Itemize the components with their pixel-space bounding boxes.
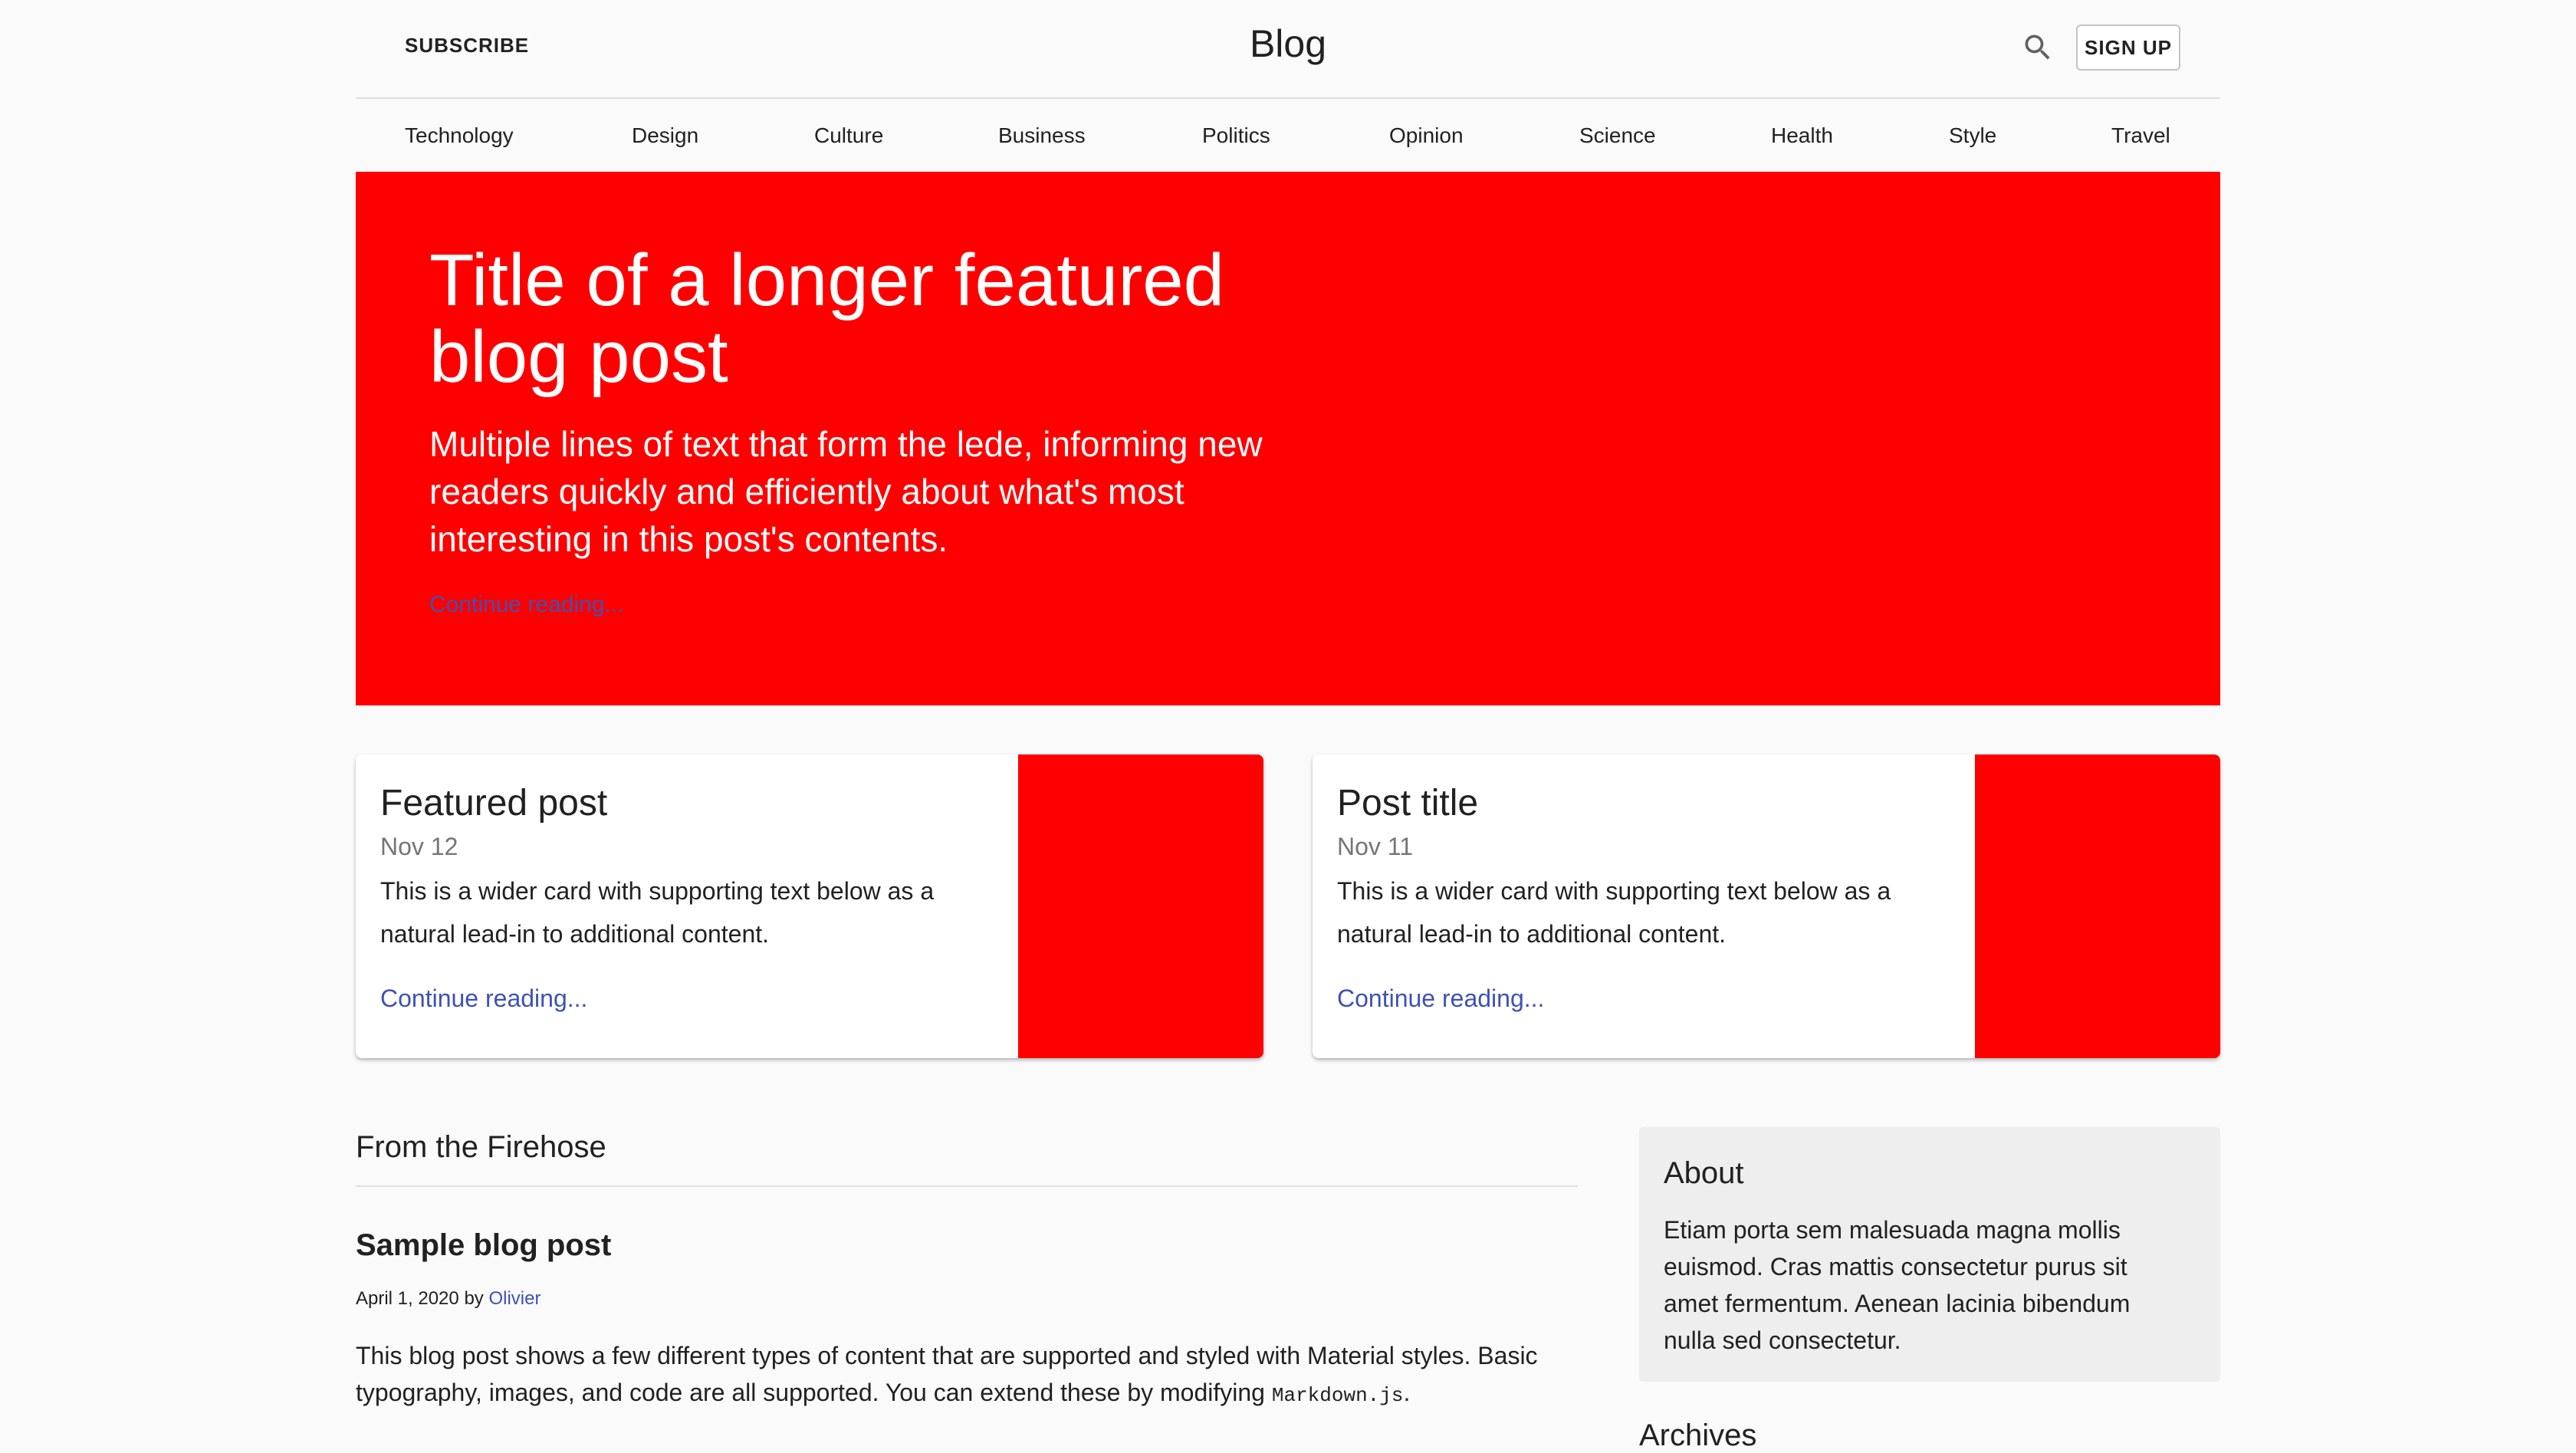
card-title: Featured post xyxy=(380,783,608,823)
card-text: This is a wider card with supporting tex… xyxy=(1337,877,1891,948)
card-title: Post title xyxy=(1337,783,1479,823)
nav-item-science[interactable]: Science xyxy=(1579,123,1656,148)
post-body-end: . xyxy=(1403,1379,1411,1406)
nav-item-business[interactable]: Business xyxy=(998,123,1086,148)
about-title: About xyxy=(1664,1156,1744,1190)
page-container: SUBSCRIBE Blog SIGN UP Technology Design… xyxy=(356,0,2220,1452)
nav-item-technology[interactable]: Technology xyxy=(405,123,514,148)
category-nav: Technology Design Culture Business Polit… xyxy=(356,99,2220,172)
nav-item-opinion[interactable]: Opinion xyxy=(1389,123,1464,148)
about-text: Etiam porta sem malesuada magna mollis e… xyxy=(1664,1216,2131,1354)
post-body: This blog post shows a few different typ… xyxy=(356,1337,1578,1414)
post-by: by xyxy=(464,1288,484,1309)
post-code: Markdown.js xyxy=(1271,1384,1404,1407)
card-continue-link[interactable]: Continue reading... xyxy=(380,985,587,1013)
post-title: Sample blog post xyxy=(356,1228,612,1262)
post-card[interactable]: Post title Nov 11 This is a wider card w… xyxy=(1313,754,2220,1058)
about-box: About Etiam porta sem malesuada magna mo… xyxy=(1639,1127,2220,1382)
nav-item-design[interactable]: Design xyxy=(632,123,698,148)
hero-lede: Multiple lines of text that form the led… xyxy=(429,424,1263,559)
nav-item-culture[interactable]: Culture xyxy=(814,123,883,148)
card-continue-link[interactable]: Continue reading... xyxy=(1337,985,1544,1013)
card-date: Nov 12 xyxy=(380,833,458,860)
header: SUBSCRIBE Blog SIGN UP xyxy=(356,0,2220,99)
card-image xyxy=(1018,754,1263,1058)
nav-item-health[interactable]: Health xyxy=(1771,123,1833,148)
archives-title: Archives xyxy=(1639,1418,1757,1452)
card-text: This is a wider card with supporting tex… xyxy=(380,877,935,948)
site-title: Blog xyxy=(1249,22,1327,65)
featured-post-card[interactable]: Featured post Nov 12 This is a wider car… xyxy=(356,754,1263,1058)
post-date: April 1, 2020 xyxy=(356,1288,459,1309)
section-title: From the Firehose xyxy=(356,1130,606,1164)
post-author-link[interactable]: Olivier xyxy=(488,1288,540,1309)
post-meta: April 1, 2020 by Olivier xyxy=(356,1288,540,1310)
hero-continue-link[interactable]: Continue reading... xyxy=(429,592,624,618)
card-image xyxy=(1975,754,2220,1058)
hero-banner: Title of a longer featured blog post Mul… xyxy=(356,172,2220,705)
nav-item-style[interactable]: Style xyxy=(1949,123,1996,148)
card-date: Nov 11 xyxy=(1337,833,1414,860)
search-icon[interactable] xyxy=(2021,31,2055,64)
nav-item-travel[interactable]: Travel xyxy=(2111,123,2170,148)
section-divider xyxy=(356,1185,1578,1187)
nav-item-politics[interactable]: Politics xyxy=(1202,123,1270,148)
hero-title: Title of a longer featured blog post xyxy=(429,239,1225,398)
sign-up-button[interactable]: SIGN UP xyxy=(2076,25,2180,71)
